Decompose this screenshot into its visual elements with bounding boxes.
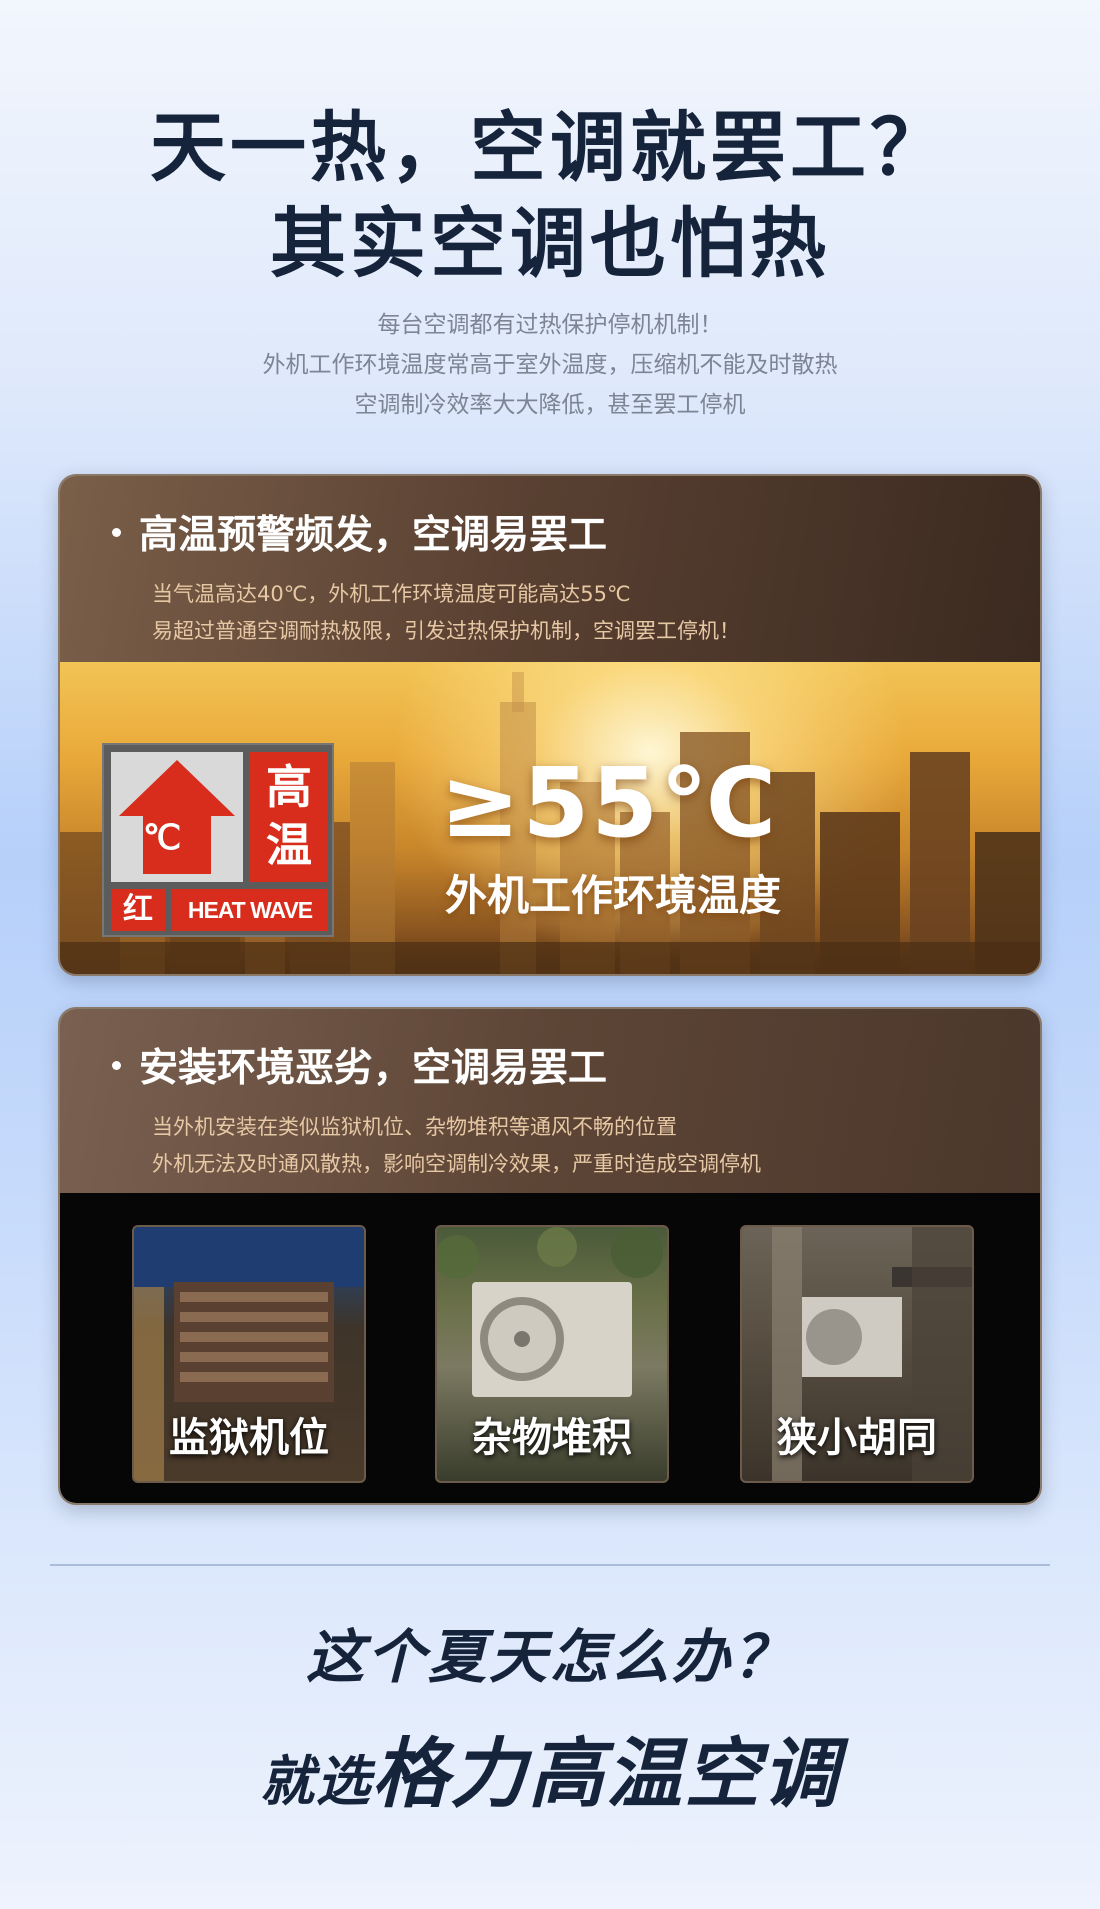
up-arrow-icon <box>119 760 235 874</box>
footer-answer: 就选格力高温空调 <box>0 1712 1100 1822</box>
page: 天一热，空调就罢工？ 其实空调也怕热 每台空调都有过热保护停机机制！ 外机工作环… <box>0 0 1100 1909</box>
intro-line: 每台空调都有过热保护停机机制！ <box>377 312 723 338</box>
hero-title-line1: 天一热，空调就罢工？ <box>150 103 950 192</box>
alert-english: HEAT WAVE <box>172 889 328 931</box>
city-heat-scene: ℃ 高温 红 HEAT WAVE ≥55℃ 外机工作环境温度 <box>60 662 1040 974</box>
answer-prefix: 就选 <box>260 1750 372 1813</box>
bullet-icon <box>112 1060 121 1070</box>
section-divider <box>50 1564 1050 1566</box>
photo-tile-narrow-alley: 狭小胡同 <box>740 1225 974 1483</box>
alert-arrow-panel: ℃ <box>111 752 243 882</box>
answer-main: 格力高温空调 <box>372 1729 840 1818</box>
tile-label: 杂物堆积 <box>472 1415 632 1461</box>
card-header: 高温预警频发，空调易罢工 当气温高达40℃，外机工作环境温度可能高达55℃ 易超… <box>60 476 1040 662</box>
alert-level: 红 <box>111 889 165 931</box>
card-desc-line: 易超过普通空调耐热极限，引发过热保护机制，空调罢工停机！ <box>152 619 740 643</box>
card-desc-line: 当外机安装在类似监狱机位、杂物堆积等通风不畅的位置 <box>152 1115 677 1139</box>
photo-tile-cage-mount: 监狱机位 <box>132 1225 366 1483</box>
card-desc-line: 当气温高达40℃，外机工作环境温度可能高达55℃ <box>152 582 631 606</box>
temperature-caption: 外机工作环境温度 <box>445 871 782 920</box>
card-header: 安装环境恶劣，空调易罢工 当外机安装在类似监狱机位、杂物堆积等通风不畅的位置 外… <box>60 1009 1040 1193</box>
card-desc-line: 外机无法及时通风散热，影响空调制冷效果，严重时造成空调停机 <box>152 1152 761 1176</box>
card-title: 高温预警频发，空调易罢工 <box>112 504 1040 560</box>
intro-line: 外机工作环境温度常高于室外温度，压缩机不能及时散热 <box>262 352 838 378</box>
tile-label: 监狱机位 <box>169 1415 329 1461</box>
photo-tile-clutter: 杂物堆积 <box>435 1225 669 1483</box>
card-description: 当外机安装在类似监狱机位、杂物堆积等通风不畅的位置 外机无法及时通风散热，影响空… <box>60 1109 1040 1183</box>
card-description: 当气温高达40℃，外机工作环境温度可能高达55℃ 易超过普通空调耐热极限，引发过… <box>60 576 1040 650</box>
celsius-icon: ℃ <box>143 819 182 857</box>
alert-chars: 高温 <box>250 752 328 882</box>
high-temp-card: 高温预警频发，空调易罢工 当气温高达40℃，外机工作环境温度可能高达55℃ 易超… <box>58 474 1042 976</box>
card-title: 安装环境恶劣，空调易罢工 <box>112 1037 1040 1093</box>
heat-wave-alert-badge: ℃ 高温 红 HEAT WAVE <box>102 743 334 937</box>
hero-title-line2: 其实空调也怕热 <box>270 199 830 288</box>
card-title-text: 高温预警频发，空调易罢工 <box>139 513 608 558</box>
install-photo-tiles: 监狱机位 杂物堆积 狭小胡同 <box>60 1193 1040 1503</box>
footer-question: 这个夏天怎么办？ <box>305 1623 794 1691</box>
tile-label: 狭小胡同 <box>777 1415 937 1461</box>
intro-line: 空调制冷效率大大降低，甚至罢工停机 <box>354 392 746 418</box>
install-env-card: 安装环境恶劣，空调易罢工 当外机安装在类似监狱机位、杂物堆积等通风不畅的位置 外… <box>58 1007 1042 1505</box>
temperature-value: ≥55℃ <box>440 747 779 859</box>
intro-text: 每台空调都有过热保护停机机制！ 外机工作环境温度常高于室外温度，压缩机不能及时散… <box>0 305 1100 425</box>
bullet-icon <box>112 527 121 537</box>
card-title-text: 安装环境恶劣，空调易罢工 <box>139 1046 608 1091</box>
